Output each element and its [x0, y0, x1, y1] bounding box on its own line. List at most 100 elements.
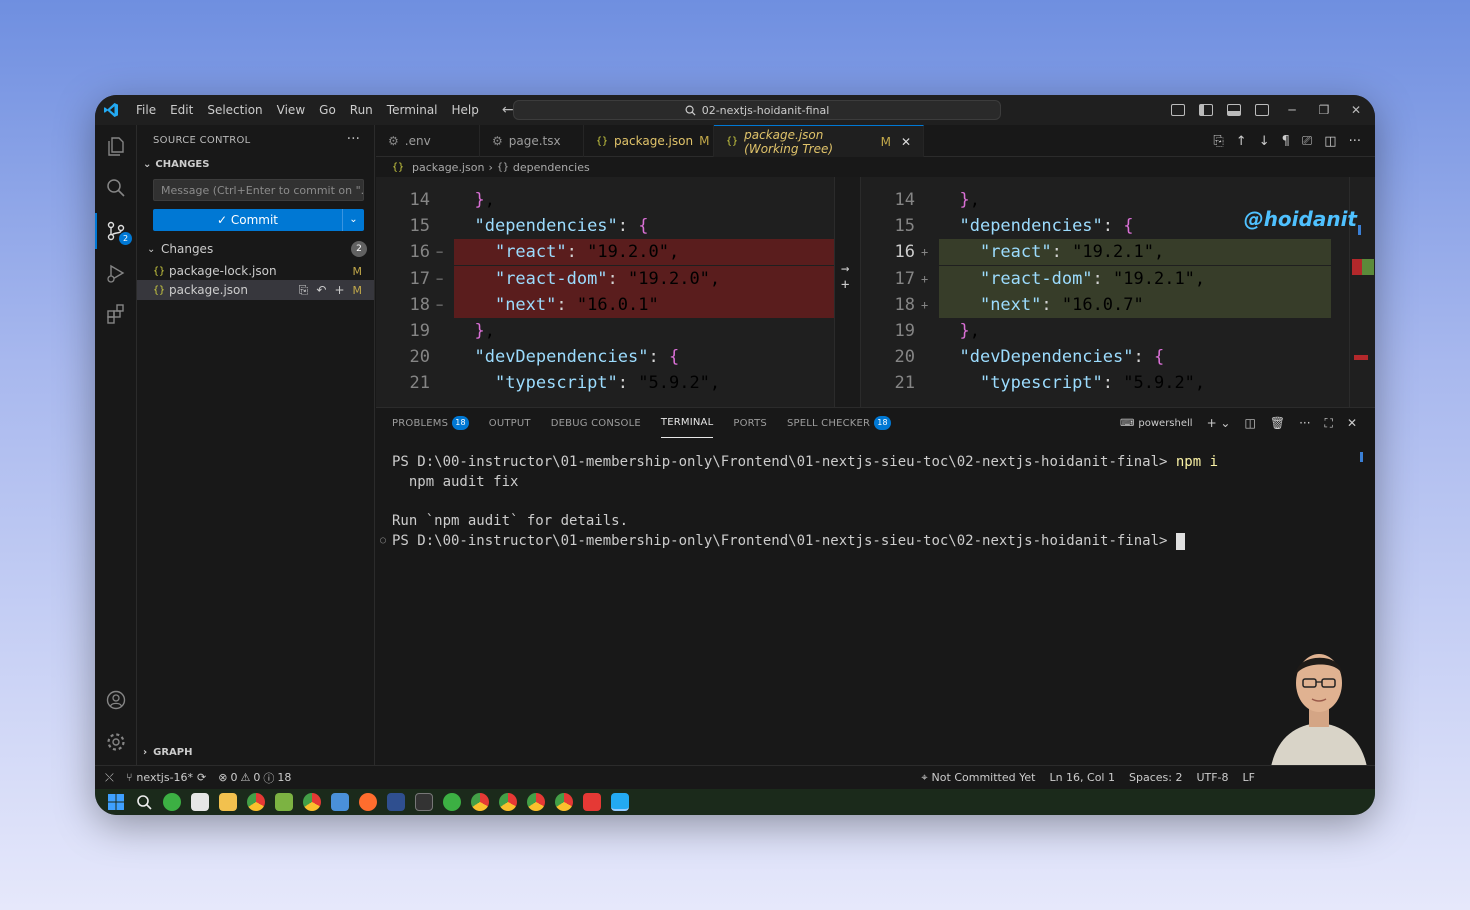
tab-env[interactable]: ⚙ .env: [376, 125, 480, 157]
chrome-icon[interactable]: [471, 793, 489, 811]
app-icon[interactable]: [275, 793, 293, 811]
settings-gear-icon[interactable]: [105, 731, 127, 753]
run-debug-icon[interactable]: [105, 262, 127, 284]
chrome-icon[interactable]: [247, 793, 265, 811]
code-line[interactable]: 15 "dependencies": {: [376, 213, 834, 239]
minimize-icon[interactable]: ─: [1283, 103, 1301, 117]
split-terminal-icon[interactable]: ◫: [1245, 416, 1256, 430]
changes-section-header[interactable]: ⌄ CHANGES: [143, 159, 209, 170]
customize-layout-icon[interactable]: [1171, 104, 1185, 116]
close-panel-icon[interactable]: ✕: [1347, 416, 1357, 430]
code-line[interactable]: 21 "typescript": "5.9.2",: [376, 370, 834, 396]
more-actions-icon[interactable]: ···: [1349, 134, 1361, 149]
menu-run[interactable]: Run: [343, 103, 380, 117]
stage-hunk-icon[interactable]: +: [841, 277, 849, 293]
open-file-icon[interactable]: ⎘: [1213, 134, 1223, 149]
terminal-app-icon[interactable]: [415, 793, 433, 811]
end-of-line[interactable]: LF: [1243, 771, 1255, 784]
removed-line[interactable]: 17− "react-dom": "19.2.0",: [376, 265, 834, 292]
breadcrumb-file[interactable]: package.json: [412, 161, 484, 174]
previous-change-icon[interactable]: ↑: [1236, 134, 1247, 149]
chrome-icon[interactable]: [555, 793, 573, 811]
tab-terminal[interactable]: TERMINAL: [660, 408, 714, 438]
app-icon[interactable]: [191, 793, 209, 811]
stage-changes-icon[interactable]: +: [334, 283, 344, 298]
command-center-search[interactable]: 02-nextjs-hoidanit-final: [513, 100, 1001, 120]
toggle-panel-icon[interactable]: [1227, 104, 1241, 116]
tab-spell-checker[interactable]: SPELL CHECKER 18: [787, 408, 891, 438]
remote-icon[interactable]: ⤬: [105, 771, 114, 785]
removed-line[interactable]: 18− "next": "16.0.1": [376, 291, 834, 318]
vscode-taskbar-icon[interactable]: [611, 793, 629, 811]
menu-edit[interactable]: Edit: [163, 103, 200, 117]
indentation[interactable]: Spaces: 2: [1129, 771, 1182, 784]
branch-indicator[interactable]: ⑂ nextjs-16* ⟳: [126, 771, 206, 784]
changed-file-package-json[interactable]: {} package.json ⎘ ↶ + M: [137, 280, 374, 300]
terminal-shell-selector[interactable]: ⌨ powershell: [1120, 418, 1193, 429]
menu-terminal[interactable]: Terminal: [380, 103, 445, 117]
tab-package-json[interactable]: {} package.json M: [584, 125, 714, 157]
explorer-icon[interactable]: [105, 135, 127, 157]
tab-problems[interactable]: PROBLEMS 18: [392, 408, 469, 438]
code-line[interactable]: 19 },: [376, 318, 834, 344]
toggle-secondary-sidebar-icon[interactable]: [1255, 104, 1269, 116]
code-line[interactable]: 20 "devDependencies": {: [376, 344, 834, 370]
search-icon[interactable]: [105, 177, 127, 199]
app-icon[interactable]: [163, 793, 181, 811]
show-whitespace-icon[interactable]: ¶: [1282, 134, 1290, 149]
commit-button[interactable]: ✓ Commit ⌄: [153, 209, 364, 231]
more-actions-icon[interactable]: ···: [347, 131, 360, 147]
menu-selection[interactable]: Selection: [200, 103, 269, 117]
kill-terminal-icon[interactable]: 🗑: [1270, 416, 1285, 430]
menu-view[interactable]: View: [270, 103, 312, 117]
changed-file-package-lock[interactable]: {} package-lock.json M: [137, 261, 374, 281]
cursor-position[interactable]: Ln 16, Col 1: [1049, 771, 1115, 784]
open-file-icon[interactable]: ⎘: [299, 283, 309, 298]
accounts-icon[interactable]: [105, 689, 127, 711]
tab-ports[interactable]: PORTS: [733, 408, 767, 438]
toggle-inline-view-icon[interactable]: ⎚: [1302, 134, 1312, 149]
added-line[interactable]: 18 + "next": "16.0.7": [861, 291, 1331, 318]
problems-indicator[interactable]: ⊗ 0 ⚠ 0 ⓘ 18: [218, 770, 291, 786]
git-blame-status[interactable]: ⌖ Not Committed Yet: [921, 771, 1035, 785]
tab-output[interactable]: OUTPUT: [489, 408, 531, 438]
app-icon[interactable]: [583, 793, 601, 811]
removed-line[interactable]: 16− "react": "19.2.0",: [376, 239, 834, 266]
close-window-icon[interactable]: ✕: [1347, 103, 1365, 117]
code-line[interactable]: 14 },: [376, 187, 834, 213]
source-control-icon[interactable]: 2: [105, 220, 132, 245]
taskbar-search-icon[interactable]: [135, 793, 153, 811]
file-explorer-icon[interactable]: [219, 793, 237, 811]
graph-section-header[interactable]: › GRAPH: [143, 747, 192, 758]
added-line[interactable]: 16 + "react": "19.2.1",: [861, 239, 1331, 266]
diff-editor[interactable]: 14 }, 15 "dependencies": {16− "react": "1…: [376, 177, 1375, 407]
commit-dropdown-icon[interactable]: ⌄: [342, 209, 364, 231]
app-icon[interactable]: [359, 793, 377, 811]
close-tab-icon[interactable]: ✕: [901, 135, 911, 149]
chrome-icon[interactable]: [527, 793, 545, 811]
revert-arrow-icon[interactable]: →: [841, 261, 849, 277]
breadcrumb-symbol[interactable]: dependencies: [513, 161, 590, 174]
app-icon[interactable]: [387, 793, 405, 811]
diff-original-pane[interactable]: 14 }, 15 "dependencies": {16− "react": "1…: [376, 177, 834, 407]
tab-page-tsx[interactable]: ⚙ page.tsx: [480, 125, 584, 157]
code-line[interactable]: 19 },: [861, 318, 1331, 344]
restore-icon[interactable]: ❐: [1315, 103, 1333, 117]
new-terminal-icon[interactable]: + ⌄: [1207, 416, 1231, 430]
changes-group[interactable]: ⌄ Changes 2: [147, 239, 367, 259]
added-line[interactable]: 17 + "react-dom": "19.2.1",: [861, 265, 1331, 292]
chrome-icon[interactable]: [499, 793, 517, 811]
menu-file[interactable]: File: [129, 103, 163, 117]
back-arrow-icon[interactable]: ←: [502, 102, 514, 118]
app-icon[interactable]: [443, 793, 461, 811]
maximize-panel-icon[interactable]: ⛶: [1325, 416, 1333, 431]
commit-message-input[interactable]: Message (Ctrl+Enter to commit on "...: [153, 179, 364, 201]
tab-debug-console[interactable]: DEBUG CONSOLE: [551, 408, 641, 438]
menu-help[interactable]: Help: [445, 103, 486, 117]
menu-go[interactable]: Go: [312, 103, 343, 117]
next-change-icon[interactable]: ↓: [1259, 134, 1270, 149]
terminal-output[interactable]: PS D:\00-instructor\01-membership-only\F…: [380, 452, 1218, 551]
toggle-sidebar-icon[interactable]: [1199, 104, 1213, 116]
chrome-icon[interactable]: [303, 793, 321, 811]
windows-start-icon[interactable]: [107, 793, 125, 811]
